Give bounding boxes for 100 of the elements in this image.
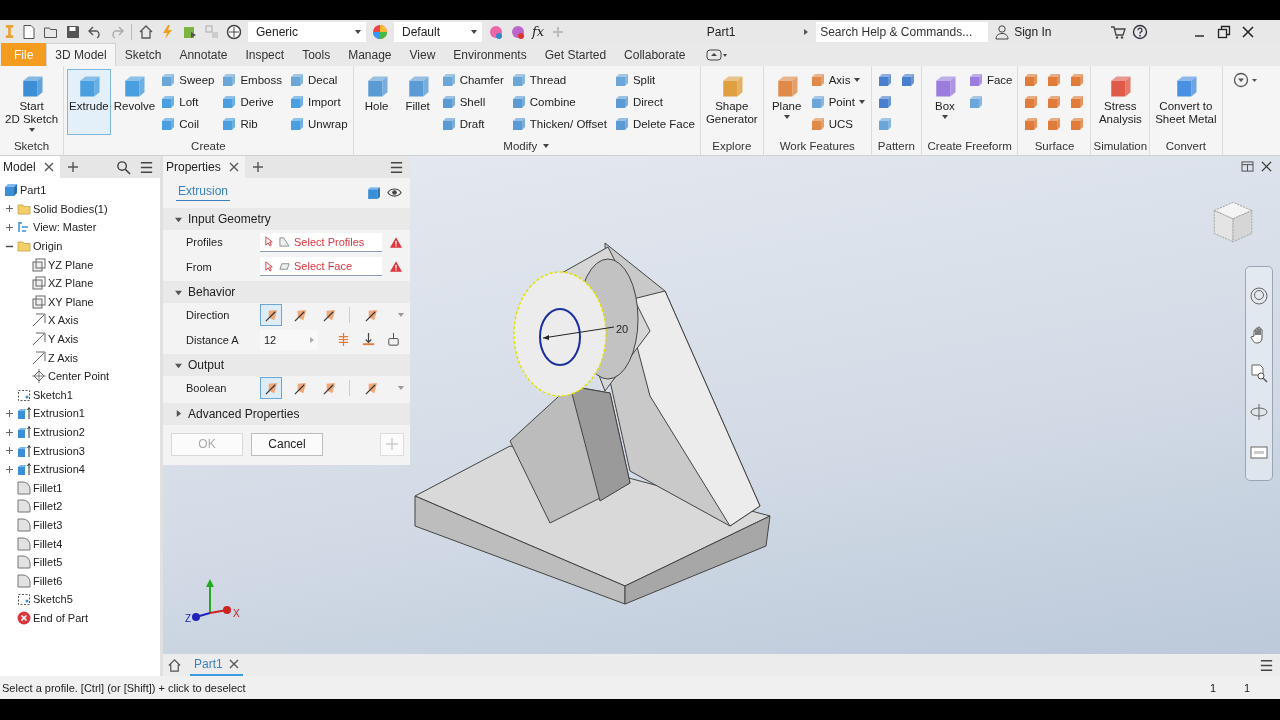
ribbon-tool-button[interactable]: Combine — [508, 91, 609, 113]
zoom-icon[interactable] — [1249, 363, 1269, 384]
tree-item[interactable]: View: Master — [33, 221, 97, 234]
browser-tab[interactable]: Model — [0, 156, 60, 178]
ribbon-tab[interactable]: Tools — [293, 43, 340, 66]
tree-item[interactable]: X Axis — [48, 314, 79, 327]
search-field[interactable]: Search Help & Commands... — [816, 21, 989, 42]
appearance-dropdown[interactable]: Default — [394, 21, 482, 42]
ribbon-tab[interactable]: Annotate — [170, 43, 237, 66]
tree-item[interactable]: Extrusion3 — [33, 444, 85, 457]
ribbon-tool-button[interactable]: Rib — [219, 113, 284, 135]
ribbon-tool-button[interactable]: Sweep — [158, 69, 217, 91]
properties-tab[interactable]: Properties — [163, 156, 245, 178]
expand-icon[interactable] — [5, 447, 13, 455]
ribbon-tool-button[interactable]: Box — [924, 69, 965, 135]
close-icon[interactable] — [228, 659, 239, 669]
home-icon[interactable] — [138, 23, 154, 40]
tree-item[interactable]: YZ Plane — [48, 258, 94, 271]
ribbon-tool-button[interactable]: Extrude — [67, 69, 111, 135]
new-file-icon[interactable] — [21, 23, 37, 40]
ribbon-tool-button[interactable]: Fillet — [397, 69, 438, 135]
feature-name-field[interactable]: Extrusion — [176, 183, 231, 201]
ribbon-tool-button[interactable]: Stress Analysis — [1096, 69, 1144, 135]
ribbon-tool-button[interactable]: Shell — [438, 91, 506, 113]
close-icon[interactable] — [43, 162, 54, 172]
dimension-label[interactable]: 20 — [616, 323, 629, 335]
material-dropdown[interactable]: Generic — [248, 21, 366, 42]
restore-icon[interactable] — [1216, 23, 1233, 40]
ribbon-tool-button[interactable]: Axis — [807, 69, 868, 91]
ribbon-tab[interactable]: Collaborate — [615, 43, 695, 66]
expand-icon[interactable] — [5, 205, 13, 213]
profile-circle[interactable] — [539, 308, 581, 366]
tree-item[interactable]: End of Part — [33, 611, 89, 624]
ribbon-tab[interactable]: Inspect — [236, 43, 294, 66]
tree-item[interactable]: Fillet3 — [33, 519, 63, 531]
cart-icon[interactable] — [1110, 23, 1127, 40]
tree-item[interactable]: Fillet5 — [33, 556, 63, 569]
expand-icon[interactable] — [5, 224, 13, 231]
tree-item[interactable]: Extrusion1 — [33, 407, 85, 420]
cube-icon[interactable] — [366, 184, 381, 200]
selected-face[interactable] — [513, 271, 607, 397]
ribbon-tool-button[interactable]: Unwrap — [287, 113, 350, 135]
ribbon-tool-button[interactable]: Draft — [438, 113, 506, 135]
distance-field[interactable]: 12 — [260, 329, 318, 350]
search-icon[interactable] — [116, 159, 131, 175]
ribbon-tab[interactable]: 3D Model — [46, 43, 116, 66]
ribbon-tool-button[interactable]: Chamfer — [438, 69, 506, 91]
tree-item[interactable]: Sketch1 — [33, 388, 73, 401]
ribbon-tool-button[interactable]: Face — [965, 69, 1015, 91]
ribbon-tool-button[interactable]: Derive — [219, 91, 284, 113]
close-icon[interactable] — [228, 162, 239, 172]
option-button[interactable] — [260, 304, 282, 327]
close-icon[interactable] — [1261, 161, 1272, 172]
parameters-button[interactable]: fx — [532, 24, 545, 39]
tree-item[interactable]: Fillet6 — [33, 574, 63, 587]
tree-item[interactable]: Center Point — [48, 370, 110, 383]
ribbon-tool-button[interactable]: Coil — [158, 113, 217, 135]
selection-field[interactable]: Select Face — [260, 257, 382, 277]
ribbon-tool-button[interactable]: Delete Face — [611, 113, 697, 135]
option-button[interactable] — [260, 377, 282, 400]
close-icon[interactable] — [1240, 23, 1257, 40]
ribbon-tab[interactable]: Manage — [339, 43, 401, 66]
to-face-icon[interactable] — [361, 332, 376, 348]
cancel-button[interactable]: Cancel — [251, 432, 323, 456]
tree-item[interactable]: Fillet4 — [33, 537, 63, 550]
ribbon-tool-button[interactable]: Loft — [158, 91, 217, 113]
steering-wheel-icon[interactable] — [1249, 286, 1269, 307]
selection-field[interactable]: Select Profiles — [260, 232, 382, 252]
tree-item[interactable]: Origin — [33, 240, 63, 253]
menu-icon[interactable] — [1259, 657, 1274, 673]
add-tab-icon[interactable] — [252, 162, 263, 172]
ribbon-tool-button[interactable]: Split — [611, 69, 697, 91]
ribbon-tool-button[interactable]: Thread — [508, 69, 609, 91]
menu-icon[interactable] — [389, 159, 404, 175]
tree-item[interactable]: Z Axis — [48, 351, 78, 364]
tree-item[interactable]: Solid Bodies(1) — [33, 202, 108, 215]
save-icon[interactable] — [65, 23, 81, 40]
ribbon-tab[interactable]: Get Started — [535, 43, 616, 66]
tree-item[interactable]: Part1 — [20, 184, 47, 197]
ribbon-tool-button[interactable]: Import — [287, 91, 350, 113]
home-icon[interactable] — [167, 657, 182, 673]
ribbon-tool-button[interactable]: Thicken/ Offset — [508, 113, 609, 135]
ribbon-tool-button[interactable]: Start 2D Sketch — [3, 69, 61, 135]
sign-in-button[interactable]: Sign In — [994, 23, 1105, 40]
ribbon-tool-button[interactable]: Convert to Sheet Metal — [1153, 69, 1219, 135]
section-header[interactable]: Input Geometry — [163, 208, 410, 230]
add-tab-icon[interactable] — [67, 162, 78, 172]
menu-icon[interactable] — [139, 159, 154, 175]
orbit-icon[interactable] — [1249, 402, 1269, 423]
tree-item[interactable]: Y Axis — [48, 333, 79, 346]
panel-toggle-icon[interactable] — [706, 48, 729, 61]
tree-item[interactable]: Fillet1 — [33, 481, 63, 494]
ribbon-tool-button[interactable]: Point — [807, 91, 868, 113]
tree-item[interactable]: Extrusion2 — [33, 426, 85, 438]
tree-item[interactable]: XZ Plane — [48, 277, 94, 290]
ribbon-tab[interactable]: Environments — [444, 43, 536, 66]
layout-icon[interactable] — [1241, 161, 1254, 172]
section-header[interactable]: Advanced Properties — [163, 402, 410, 425]
tree-item[interactable]: Extrusion4 — [33, 463, 85, 476]
tree-item[interactable]: Sketch5 — [33, 593, 73, 606]
